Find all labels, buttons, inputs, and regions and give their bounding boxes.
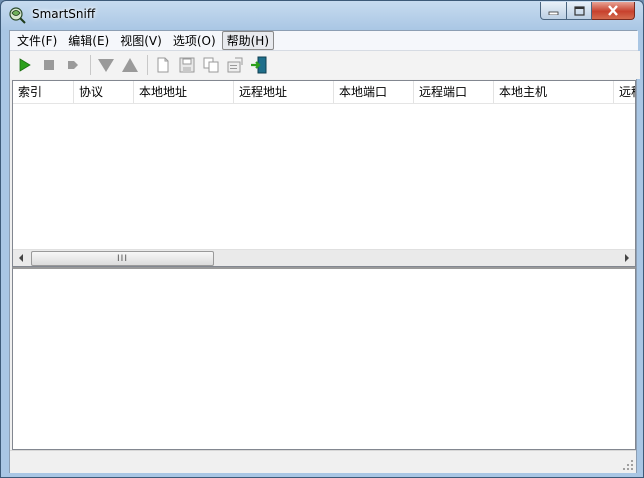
chevron-right-icon — [625, 254, 629, 262]
stop-capture-icon — [44, 60, 54, 70]
pause-icon — [68, 61, 78, 69]
new-document-icon — [157, 57, 169, 73]
save-button[interactable] — [176, 54, 198, 76]
column-header-remote-address[interactable]: 远程地址 — [234, 81, 334, 103]
toolbar-separator — [90, 55, 91, 75]
menu-edit[interactable]: 编辑(E) — [63, 31, 114, 50]
column-header-local-host[interactable]: 本地主机 — [494, 81, 614, 103]
new-document-button[interactable] — [152, 54, 174, 76]
scrollbar-grip: III — [117, 253, 128, 264]
resize-grip-icon[interactable] — [622, 459, 634, 471]
menu-view[interactable]: 视图(V) — [115, 31, 167, 50]
copy-button[interactable] — [200, 54, 222, 76]
exit-button[interactable] — [248, 54, 270, 76]
start-capture-icon — [19, 58, 31, 72]
minimize-icon — [548, 11, 559, 15]
copy-icon — [203, 57, 219, 73]
exit-icon — [251, 56, 267, 74]
app-window: SmartSniff 文件(F) 编辑(E) 视图(V) 选项(O) 帮助(H) — [0, 0, 644, 478]
toolbar-separator — [147, 55, 148, 75]
column-header-remote-host[interactable]: 远程主机 — [614, 81, 635, 103]
maximize-icon — [573, 5, 585, 16]
scroll-left-button[interactable] — [13, 250, 29, 266]
connections-list[interactable]: 索引 协议 本地地址 远程地址 本地端口 远程端口 本地主机 远程主机 III — [12, 80, 636, 267]
start-capture-button[interactable] — [14, 54, 36, 76]
column-header-index[interactable]: 索引 — [13, 81, 74, 103]
close-icon — [608, 5, 618, 16]
column-headers: 索引 协议 本地地址 远程地址 本地端口 远程端口 本地主机 远程主机 — [13, 81, 635, 104]
horizontal-scrollbar[interactable]: III — [13, 249, 635, 266]
caption-buttons — [540, 2, 635, 20]
packet-content-pane[interactable] — [12, 267, 636, 450]
filter-down-button[interactable] — [95, 54, 117, 76]
menu-help[interactable]: 帮助(H) — [221, 31, 275, 50]
column-header-local-address[interactable]: 本地地址 — [134, 81, 234, 103]
column-header-protocol[interactable]: 协议 — [74, 81, 134, 103]
properties-button[interactable] — [224, 54, 246, 76]
menu-file[interactable]: 文件(F) — [12, 31, 62, 50]
minimize-button[interactable] — [540, 2, 567, 20]
menu-options[interactable]: 选项(O) — [168, 31, 221, 50]
save-icon — [179, 57, 195, 73]
scroll-right-button[interactable] — [619, 250, 635, 266]
scrollbar-thumb[interactable]: III — [31, 251, 214, 266]
smartsniff-app-icon — [8, 6, 26, 24]
filter-down-icon — [98, 59, 114, 72]
filter-up-icon — [122, 58, 138, 72]
title-bar[interactable]: SmartSniff — [1, 1, 643, 29]
column-header-remote-port[interactable]: 远程端口 — [414, 81, 494, 103]
client-area: 文件(F) 编辑(E) 视图(V) 选项(O) 帮助(H) 索引 协议 本地地址… — [9, 30, 640, 473]
window-title: SmartSniff — [32, 7, 96, 21]
chevron-left-icon — [19, 254, 23, 262]
close-button[interactable] — [592, 2, 635, 20]
maximize-button[interactable] — [567, 2, 592, 20]
list-rows — [13, 104, 635, 249]
status-bar — [10, 450, 636, 473]
toolbar — [10, 51, 640, 79]
column-header-local-port[interactable]: 本地端口 — [334, 81, 414, 103]
filter-up-button[interactable] — [119, 54, 141, 76]
pause-button[interactable] — [62, 54, 84, 76]
properties-icon — [227, 57, 243, 73]
menu-bar: 文件(F) 编辑(E) 视图(V) 选项(O) 帮助(H) — [10, 31, 638, 51]
stop-capture-button[interactable] — [38, 54, 60, 76]
